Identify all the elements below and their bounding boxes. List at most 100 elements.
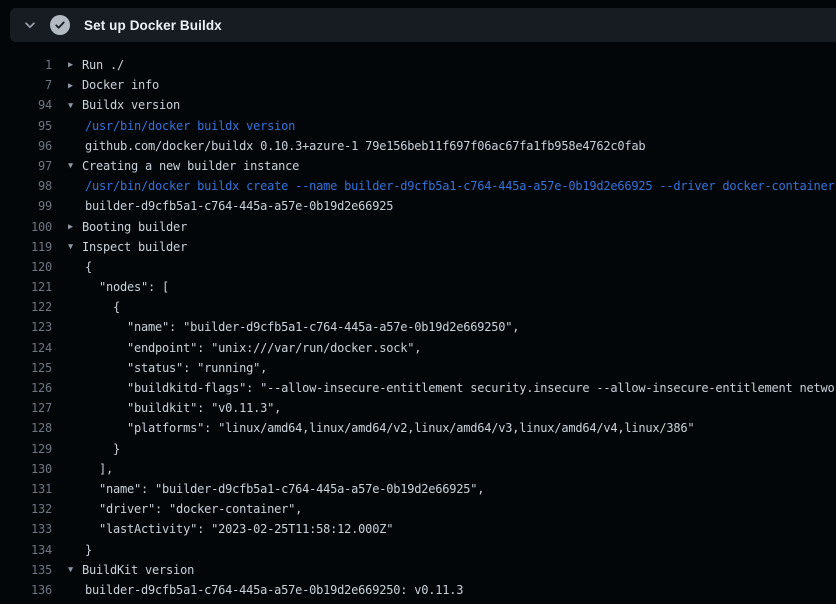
triangle-down-icon[interactable]: ▼ [68, 560, 82, 580]
line-number[interactable]: 119 [0, 237, 52, 257]
line-number[interactable]: 133 [0, 519, 52, 539]
log-group-row: 119▼Inspect builder [0, 237, 836, 257]
line-number[interactable]: 98 [0, 176, 52, 196]
log-content: "buildkitd-flags": "--allow-insecure-ent… [52, 378, 836, 398]
line-number[interactable]: 1 [0, 55, 52, 75]
line-number[interactable]: 96 [0, 136, 52, 156]
command-text: /usr/bin/docker buildx version [85, 119, 295, 133]
output-text: "name": "builder-d9cfb5a1-c764-445a-a57e… [85, 482, 484, 496]
line-number[interactable]: 129 [0, 439, 52, 459]
group-title: Docker info [82, 78, 159, 92]
line-number[interactable]: 99 [0, 196, 52, 216]
triangle-down-icon[interactable]: ▼ [68, 96, 82, 116]
line-number[interactable]: 136 [0, 580, 52, 600]
log-line: 126 "buildkitd-flags": "--allow-insecure… [0, 378, 836, 398]
group-title: BuildKit version [82, 563, 194, 577]
line-number[interactable]: 127 [0, 398, 52, 418]
log-line: 131 "name": "builder-d9cfb5a1-c764-445a-… [0, 479, 836, 499]
output-text: github.com/docker/buildx 0.10.3+azure-1 … [85, 139, 645, 153]
triangle-down-icon[interactable]: ▼ [68, 156, 82, 176]
group-toggle[interactable]: ▶Booting builder [52, 217, 836, 237]
log-content: "endpoint": "unix:///var/run/docker.sock… [52, 338, 836, 358]
log-content: /usr/bin/docker buildx version [52, 116, 836, 136]
group-toggle[interactable]: ▼Inspect builder [52, 237, 836, 257]
triangle-right-icon[interactable]: ▶ [68, 55, 82, 75]
triangle-down-icon[interactable]: ▼ [68, 237, 82, 257]
group-toggle[interactable]: ▶Run ./ [52, 55, 836, 75]
log-content: "driver": "docker-container", [52, 499, 836, 519]
line-number[interactable]: 125 [0, 358, 52, 378]
line-number[interactable]: 130 [0, 459, 52, 479]
triangle-right-icon[interactable]: ▶ [68, 76, 82, 96]
output-text: "driver": "docker-container", [85, 502, 302, 516]
group-title: Inspect builder [82, 240, 187, 254]
line-number[interactable]: 132 [0, 499, 52, 519]
group-toggle[interactable]: ▼Buildx version [52, 95, 836, 115]
line-number[interactable]: 100 [0, 217, 52, 237]
log-line: 136 builder-d9cfb5a1-c764-445a-a57e-0b19d… [0, 580, 836, 600]
line-number[interactable]: 128 [0, 418, 52, 438]
check-circle-icon [50, 15, 70, 35]
line-number[interactable]: 94 [0, 95, 52, 115]
output-text: builder-d9cfb5a1-c764-445a-a57e-0b19d2e6… [85, 583, 463, 597]
line-number[interactable]: 97 [0, 156, 52, 176]
line-number[interactable]: 122 [0, 297, 52, 317]
line-number[interactable]: 123 [0, 317, 52, 337]
log-line: 129 } [0, 439, 836, 459]
log-group-row: 100▶Booting builder [0, 217, 836, 237]
line-number[interactable]: 126 [0, 378, 52, 398]
group-title: Buildx version [82, 98, 180, 112]
log-line: 99 builder-d9cfb5a1-c764-445a-a57e-0b19d2… [0, 196, 836, 216]
log-line: 130 ], [0, 459, 836, 479]
log-content: "platforms": "linux/amd64,linux/amd64/v2… [52, 418, 836, 438]
group-toggle[interactable]: ▼BuildKit version [52, 560, 836, 580]
log-line: 122 { [0, 297, 836, 317]
log-group-row: 1▶Run ./ [0, 55, 836, 75]
line-number[interactable]: 135 [0, 560, 52, 580]
log-line: 96 github.com/docker/buildx 0.10.3+azure-… [0, 136, 836, 156]
triangle-right-icon[interactable]: ▶ [68, 217, 82, 237]
group-toggle[interactable]: ▼Creating a new builder instance [52, 156, 836, 176]
step-title: Set up Docker Buildx [84, 18, 222, 33]
line-number[interactable]: 7 [0, 75, 52, 95]
line-number[interactable]: 121 [0, 277, 52, 297]
group-title: Run ./ [82, 58, 124, 72]
log-content: builder-d9cfb5a1-c764-445a-a57e-0b19d2e6… [52, 196, 836, 216]
step-header[interactable]: Set up Docker Buildx [10, 8, 836, 42]
log-content: /usr/bin/docker buildx create --name bui… [52, 176, 836, 196]
output-text: { [85, 260, 92, 274]
group-title: Booting builder [82, 220, 187, 234]
line-number[interactable]: 131 [0, 479, 52, 499]
log-content: github.com/docker/buildx 0.10.3+azure-1 … [52, 136, 836, 156]
log-content: "status": "running", [52, 358, 836, 378]
log-group-row: 135▼BuildKit version [0, 560, 836, 580]
log-content: } [52, 439, 836, 459]
log-line: 123 "name": "builder-d9cfb5a1-c764-445a-… [0, 317, 836, 337]
log-line: 128 "platforms": "linux/amd64,linux/amd6… [0, 418, 836, 438]
group-toggle[interactable]: ▶Docker info [52, 75, 836, 95]
log-group-row: 97▼Creating a new builder instance [0, 156, 836, 176]
log-content: "name": "builder-d9cfb5a1-c764-445a-a57e… [52, 479, 836, 499]
command-text: /usr/bin/docker buildx create --name bui… [85, 179, 835, 193]
log-group-row: 94▼Buildx version [0, 95, 836, 115]
output-text: "name": "builder-d9cfb5a1-c764-445a-a57e… [85, 320, 519, 334]
log-group-row: 7▶Docker info [0, 75, 836, 95]
output-text: builder-d9cfb5a1-c764-445a-a57e-0b19d2e6… [85, 199, 393, 213]
line-number[interactable]: 120 [0, 257, 52, 277]
output-text: { [85, 300, 120, 314]
log-lines: 1▶Run ./7▶Docker info94▼Buildx version95… [0, 42, 836, 604]
chevron-down-icon[interactable] [22, 17, 38, 33]
log-line: 120 { [0, 257, 836, 277]
log-content: { [52, 257, 836, 277]
log-line: 95/usr/bin/docker buildx version [0, 116, 836, 136]
output-text: "nodes": [ [85, 280, 169, 294]
line-number[interactable]: 95 [0, 116, 52, 136]
output-text: "endpoint": "unix:///var/run/docker.sock… [85, 341, 421, 355]
log-content: "nodes": [ [52, 277, 836, 297]
log-line: 133 "lastActivity": "2023-02-25T11:58:12… [0, 519, 836, 539]
line-number[interactable]: 124 [0, 338, 52, 358]
output-text: "buildkitd-flags": "--allow-insecure-ent… [85, 381, 836, 395]
log-line: 127 "buildkit": "v0.11.3", [0, 398, 836, 418]
output-text: ], [85, 462, 113, 476]
line-number[interactable]: 134 [0, 540, 52, 560]
